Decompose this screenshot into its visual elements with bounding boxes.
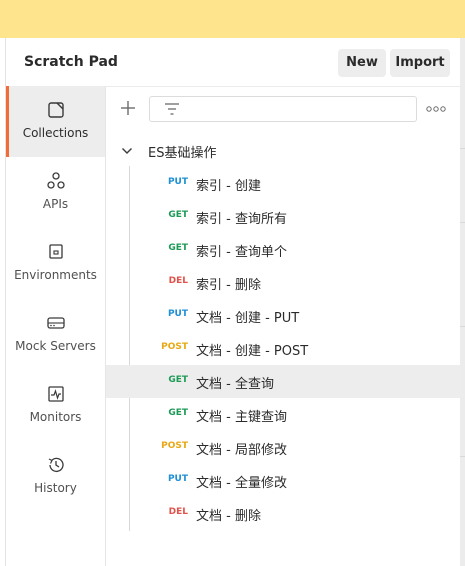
folder-label: ES基础操作	[148, 146, 217, 161]
request-item[interactable]: GET 文档 - 全查询	[106, 365, 461, 398]
request-name: 文档 - 全量修改	[196, 476, 287, 491]
request-item[interactable]: GET 索引 - 查询单个	[106, 233, 461, 266]
method-badge: GET	[168, 243, 188, 253]
method-badge: DEL	[168, 276, 188, 286]
method-badge: GET	[168, 210, 188, 220]
sidebar-item-label: Monitors	[29, 410, 82, 424]
top-banner	[0, 0, 465, 38]
request-item[interactable]: PUT 文档 - 创建 - PUT	[106, 299, 461, 332]
sidebar-item-label: History	[34, 481, 77, 495]
request-name: 索引 - 查询单个	[196, 245, 287, 260]
method-badge: GET	[168, 375, 188, 385]
sidebar-item-mock-servers[interactable]: Mock Servers	[6, 299, 105, 370]
collections-icon	[48, 102, 64, 118]
request-item[interactable]: GET 文档 - 主键查询	[106, 398, 461, 431]
new-button[interactable]: New	[338, 49, 386, 77]
more-options-icon[interactable]	[426, 104, 446, 114]
method-badge: POST	[161, 441, 188, 451]
method-badge: PUT	[167, 177, 188, 187]
filter-icon	[165, 103, 179, 115]
method-badge: GET	[168, 408, 188, 418]
request-name: 索引 - 创建	[196, 179, 261, 194]
method-badge: PUT	[167, 474, 188, 484]
request-item[interactable]: DEL 文档 - 删除	[106, 497, 461, 530]
request-item[interactable]: PUT 文档 - 全量修改	[106, 464, 461, 497]
sidebar-item-monitors[interactable]: Monitors	[6, 370, 105, 441]
import-button[interactable]: Import	[390, 49, 450, 77]
scratch-pad-panel: Scratch Pad New Import Collections APIs	[5, 38, 461, 566]
method-badge: PUT	[167, 309, 188, 319]
sidebar-item-label: Collections	[22, 126, 89, 140]
request-name: 文档 - 全查询	[196, 377, 274, 392]
sidebar-item-label: Mock Servers	[15, 339, 96, 353]
history-icon	[48, 457, 64, 473]
panel-header: Scratch Pad New Import	[6, 38, 461, 87]
folder-es-basics[interactable]: ES基础操作	[121, 141, 441, 161]
request-item[interactable]: DEL 索引 - 删除	[106, 266, 461, 299]
mock-servers-icon	[47, 317, 65, 329]
sidebar-item-collections[interactable]: Collections	[6, 86, 105, 157]
request-name: 文档 - 删除	[196, 509, 261, 524]
request-name: 文档 - 局部修改	[196, 443, 287, 458]
method-badge: DEL	[168, 507, 188, 517]
request-name: 文档 - 主键查询	[196, 410, 287, 425]
request-item[interactable]: GET 索引 - 查询所有	[106, 200, 461, 233]
sidebar: Collections APIs Environments Mock Serve…	[6, 86, 106, 566]
monitors-icon	[48, 386, 64, 402]
request-name: 索引 - 删除	[196, 278, 261, 293]
apis-icon	[47, 172, 65, 189]
sidebar-item-environments[interactable]: Environments	[6, 228, 105, 299]
plus-icon[interactable]	[118, 98, 138, 118]
sidebar-item-label: APIs	[42, 197, 69, 211]
sidebar-item-apis[interactable]: APIs	[6, 157, 105, 228]
request-item[interactable]: POST 文档 - 局部修改	[106, 431, 461, 464]
environments-icon	[49, 244, 63, 259]
sidebar-item-history[interactable]: History	[6, 441, 105, 512]
request-name: 文档 - 创建 - PUT	[196, 311, 300, 326]
workspace-title: Scratch Pad	[24, 54, 118, 70]
method-badge: POST	[161, 342, 188, 352]
request-name: 索引 - 查询所有	[196, 212, 287, 227]
request-item[interactable]: POST 文档 - 创建 - POST	[106, 332, 461, 365]
request-name: 文档 - 创建 - POST	[196, 344, 309, 359]
filter-input[interactable]	[149, 96, 417, 122]
chevron-down-icon[interactable]	[121, 146, 133, 156]
sidebar-item-label: Environments	[14, 268, 97, 282]
request-item[interactable]: PUT 索引 - 创建	[106, 167, 461, 200]
